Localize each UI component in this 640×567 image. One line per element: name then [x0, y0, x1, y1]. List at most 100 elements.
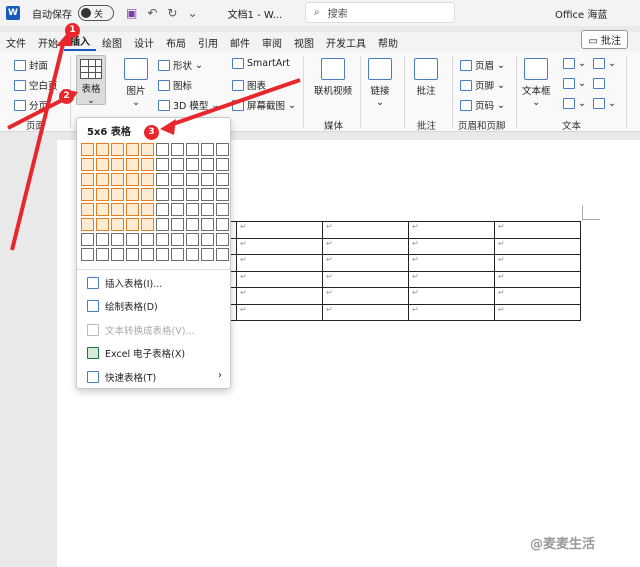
icons-button[interactable]: 图标	[158, 78, 192, 92]
table-cell[interactable]: ↵	[322, 287, 409, 305]
table-cell[interactable]: ↵	[236, 270, 323, 288]
signature-line-button[interactable]: ⌄	[593, 58, 616, 69]
grid-cell[interactable]	[111, 218, 124, 231]
tab-mailings[interactable]: 邮件	[224, 35, 256, 50]
grid-cell[interactable]	[141, 173, 154, 186]
grid-cell[interactable]	[81, 158, 94, 171]
user-name[interactable]: Office 海蓝	[555, 6, 607, 21]
draw-table-menu-item[interactable]: 绘制表格(D)	[87, 299, 158, 313]
grid-cell[interactable]	[156, 233, 169, 246]
table-cell[interactable]: ↵	[408, 221, 495, 239]
grid-cell[interactable]	[201, 233, 214, 246]
grid-cell[interactable]	[216, 203, 229, 216]
tab-developer[interactable]: 开发工具	[320, 35, 372, 50]
table-cell[interactable]: ↵	[236, 303, 323, 321]
grid-cell[interactable]	[186, 143, 199, 156]
grid-cell[interactable]	[81, 188, 94, 201]
footer-button[interactable]: 页脚 ⌄	[460, 78, 505, 92]
page-break-button[interactable]: 分页	[14, 98, 48, 112]
grid-cell[interactable]	[126, 248, 139, 261]
grid-cell[interactable]	[171, 218, 184, 231]
cover-page-button[interactable]: 封面	[14, 58, 48, 72]
grid-cell[interactable]	[156, 188, 169, 201]
grid-cell[interactable]	[141, 203, 154, 216]
tab-help[interactable]: 帮助	[372, 35, 404, 50]
table-cell[interactable]: ↵	[322, 303, 409, 321]
grid-cell[interactable]	[96, 188, 109, 201]
table-cell[interactable]: ↵	[494, 254, 581, 272]
grid-cell[interactable]	[216, 233, 229, 246]
grid-cell[interactable]	[81, 203, 94, 216]
grid-cell[interactable]	[111, 203, 124, 216]
table-cell[interactable]: ↵	[322, 221, 409, 239]
grid-cell[interactable]	[171, 173, 184, 186]
grid-cell[interactable]	[111, 248, 124, 261]
tab-view[interactable]: 视图	[288, 35, 320, 50]
grid-cell[interactable]	[216, 188, 229, 201]
grid-cell[interactable]	[156, 143, 169, 156]
grid-cell[interactable]	[126, 158, 139, 171]
grid-cell[interactable]	[126, 173, 139, 186]
blank-page-button[interactable]: 空白页	[14, 78, 58, 92]
table-cell[interactable]: ↵	[494, 303, 581, 321]
grid-cell[interactable]	[96, 203, 109, 216]
autosave-toggle[interactable]: 关	[78, 5, 114, 21]
grid-cell[interactable]	[111, 233, 124, 246]
grid-cell[interactable]	[156, 203, 169, 216]
redo-icon[interactable]: ↻	[167, 6, 177, 20]
grid-cell[interactable]	[186, 203, 199, 216]
grid-cell[interactable]	[81, 143, 94, 156]
grid-cell[interactable]	[201, 188, 214, 201]
grid-cell[interactable]	[216, 173, 229, 186]
date-time-button[interactable]	[593, 78, 605, 89]
grid-cell[interactable]	[96, 158, 109, 171]
grid-cell[interactable]	[216, 248, 229, 261]
table-cell[interactable]: ↵	[408, 287, 495, 305]
grid-cell[interactable]	[201, 158, 214, 171]
grid-cell[interactable]	[201, 248, 214, 261]
table-button[interactable]: 表格 ⌄	[76, 55, 106, 106]
customize-icon[interactable]: ⌄	[187, 6, 197, 20]
tab-draw[interactable]: 绘图	[96, 35, 128, 50]
table-cell[interactable]: ↵	[322, 270, 409, 288]
excel-spreadsheet-menu-item[interactable]: Excel 电子表格(X)	[87, 346, 185, 360]
grid-cell[interactable]	[96, 218, 109, 231]
shapes-button[interactable]: 形状 ⌄	[158, 58, 203, 72]
table-cell[interactable]: ↵	[408, 237, 495, 255]
table-cell[interactable]: ↵	[494, 270, 581, 288]
save-icon[interactable]: ▣	[126, 6, 137, 20]
quick-parts-button[interactable]: ⌄	[563, 58, 586, 69]
textbox-button[interactable]: 文本框 ⌄	[522, 58, 551, 108]
tab-layout[interactable]: 布局	[160, 35, 192, 50]
table-cell[interactable]: ↵	[322, 237, 409, 255]
tab-file[interactable]: 文件	[0, 35, 32, 50]
comments-button[interactable]: ▭ 批注	[581, 30, 628, 49]
grid-cell[interactable]	[126, 233, 139, 246]
grid-cell[interactable]	[201, 173, 214, 186]
grid-cell[interactable]	[141, 233, 154, 246]
3d-models-button[interactable]: 3D 模型 ⌄	[158, 98, 219, 112]
grid-cell[interactable]	[171, 158, 184, 171]
table-cell[interactable]: ↵	[494, 237, 581, 255]
table-cell[interactable]: ↵	[236, 237, 323, 255]
grid-cell[interactable]	[201, 203, 214, 216]
table-cell[interactable]: ↵	[236, 221, 323, 239]
grid-cell[interactable]	[141, 143, 154, 156]
grid-cell[interactable]	[126, 218, 139, 231]
grid-cell[interactable]	[111, 158, 124, 171]
grid-cell[interactable]	[186, 218, 199, 231]
undo-icon[interactable]: ↶	[147, 6, 157, 20]
grid-cell[interactable]	[141, 158, 154, 171]
tab-home[interactable]: 开始	[32, 35, 64, 50]
grid-cell[interactable]	[111, 173, 124, 186]
screenshot-button[interactable]: 屏幕截图 ⌄	[232, 98, 296, 112]
table-cell[interactable]: ↵	[408, 303, 495, 321]
grid-cell[interactable]	[156, 218, 169, 231]
grid-cell[interactable]	[171, 188, 184, 201]
grid-cell[interactable]	[186, 158, 199, 171]
grid-cell[interactable]	[201, 218, 214, 231]
table-cell[interactable]: ↵	[408, 254, 495, 272]
grid-cell[interactable]	[141, 248, 154, 261]
grid-cell[interactable]	[186, 233, 199, 246]
grid-cell[interactable]	[141, 218, 154, 231]
